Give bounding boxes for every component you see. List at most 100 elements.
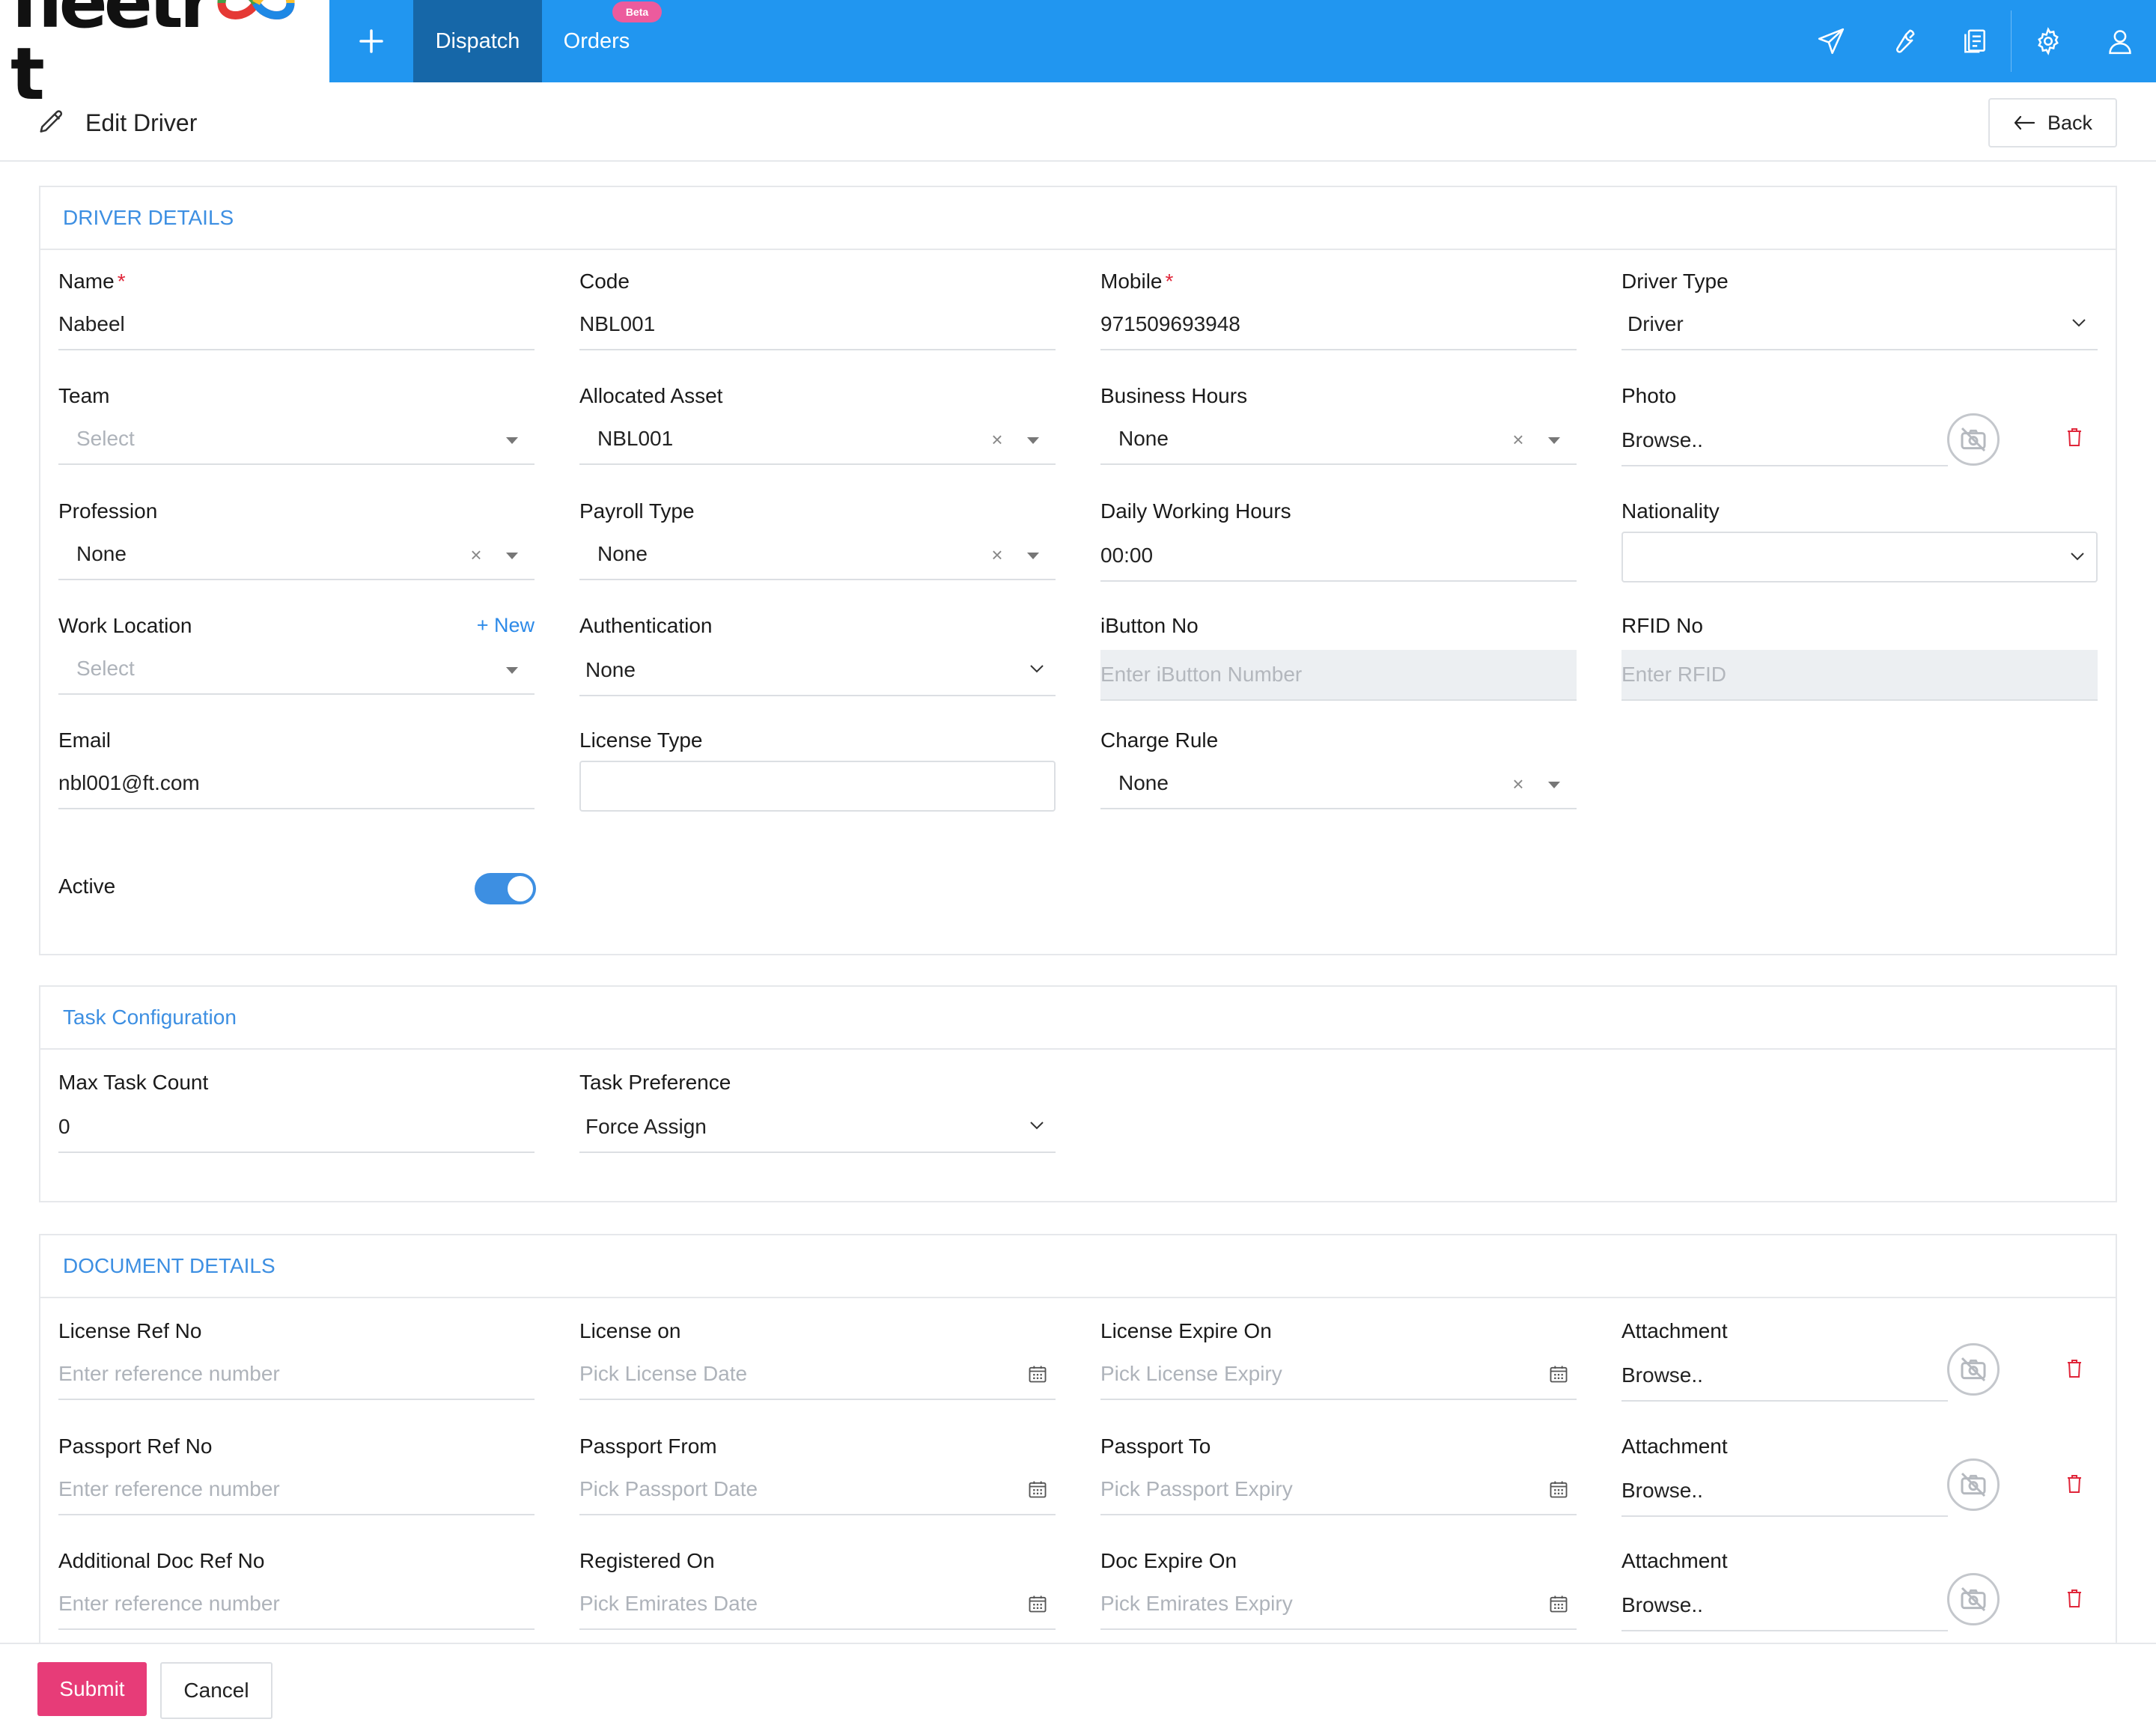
license-type-input[interactable] bbox=[579, 761, 1056, 812]
doc-attachment-browse[interactable]: Browse.. bbox=[1621, 1581, 1948, 1631]
trash-icon[interactable] bbox=[2066, 1358, 2083, 1379]
doc-attachment-browse[interactable]: Browse.. bbox=[1621, 1351, 1948, 1402]
nav-dispatch[interactable]: Dispatch bbox=[413, 0, 542, 82]
submit-button[interactable]: Submit bbox=[37, 1662, 147, 1716]
cancel-button[interactable]: Cancel bbox=[160, 1662, 272, 1719]
send-button[interactable] bbox=[1813, 23, 1849, 59]
calendar-icon[interactable] bbox=[1027, 1593, 1048, 1614]
caret-down-icon bbox=[1027, 553, 1039, 559]
profession-label: Profession bbox=[58, 499, 158, 523]
payroll-type-value: None bbox=[597, 542, 648, 565]
driver-type-value: Driver bbox=[1627, 312, 1684, 335]
ibutton-label: iButton No bbox=[1100, 614, 1199, 637]
nationality-select[interactable] bbox=[1621, 532, 2098, 582]
doc-to-placeholder: Pick Passport Expiry bbox=[1100, 1477, 1293, 1500]
reports-button[interactable] bbox=[1957, 23, 1993, 59]
trash-icon[interactable] bbox=[2066, 1588, 2083, 1609]
calendar-icon[interactable] bbox=[1027, 1363, 1048, 1384]
task-preference-select[interactable]: Force Assign bbox=[579, 1102, 1056, 1153]
business-hours-select[interactable]: None × bbox=[1100, 414, 1577, 465]
camera-off-icon bbox=[1961, 1587, 1986, 1612]
clear-icon[interactable]: × bbox=[988, 544, 1006, 566]
doc-ref-label: Additional Doc Ref No bbox=[58, 1549, 265, 1572]
max-task-label: Max Task Count bbox=[58, 1071, 209, 1094]
document-icon bbox=[1964, 29, 1985, 53]
team-select[interactable]: Select bbox=[58, 414, 535, 465]
email-input[interactable]: nbl001@ft.com bbox=[58, 758, 535, 809]
charge-rule-label: Charge Rule bbox=[1100, 728, 1219, 752]
navbar-divider bbox=[2011, 10, 2012, 72]
doc-to-input[interactable]: Pick License Expiry bbox=[1100, 1349, 1577, 1400]
name-input[interactable]: Nabeel bbox=[58, 299, 535, 350]
caret-down-icon bbox=[506, 667, 518, 674]
allocated-asset-select[interactable]: NBL001 × bbox=[579, 414, 1056, 465]
page-header: Edit Driver Back bbox=[0, 82, 2156, 162]
charge-rule-select[interactable]: None × bbox=[1100, 758, 1577, 809]
tools-button[interactable] bbox=[1885, 23, 1921, 59]
authentication-label: Authentication bbox=[579, 614, 713, 637]
pencil-icon bbox=[40, 110, 63, 133]
profile-button[interactable] bbox=[2102, 23, 2138, 59]
task-config-card: Task Configuration bbox=[39, 985, 2117, 1202]
active-toggle[interactable] bbox=[475, 873, 536, 904]
doc-from-input[interactable]: Pick License Date bbox=[579, 1349, 1056, 1400]
doc-attachment-label: Attachment bbox=[1621, 1319, 1728, 1342]
doc-attachment-browse[interactable]: Browse.. bbox=[1621, 1466, 1948, 1517]
profession-value: None bbox=[76, 542, 127, 565]
attachment-preview bbox=[1947, 1573, 2000, 1625]
plus-icon bbox=[359, 29, 383, 53]
attachment-preview bbox=[1947, 1458, 2000, 1511]
logo-loop-icon bbox=[217, 0, 295, 19]
clear-icon[interactable]: × bbox=[1509, 773, 1527, 795]
code-input[interactable]: NBL001 bbox=[579, 299, 1056, 350]
mobile-input[interactable]: 971509693948 bbox=[1100, 299, 1577, 350]
doc-to-input[interactable]: Pick Passport Expiry bbox=[1100, 1464, 1577, 1515]
daily-hours-input[interactable]: 00:00 bbox=[1100, 531, 1577, 582]
doc-ref-input[interactable]: Enter reference number bbox=[58, 1464, 535, 1515]
photo-browse-input[interactable]: Browse.. bbox=[1621, 416, 1948, 466]
doc-ref-label: Passport Ref No bbox=[58, 1435, 213, 1458]
driver-type-select[interactable]: Driver bbox=[1621, 299, 2098, 350]
doc-attachment-label: Attachment bbox=[1621, 1549, 1728, 1572]
payroll-type-select[interactable]: None × bbox=[579, 529, 1056, 580]
user-icon bbox=[2109, 30, 2131, 55]
clear-icon[interactable]: × bbox=[1509, 428, 1527, 451]
trash-icon[interactable] bbox=[2066, 1473, 2083, 1494]
calendar-icon[interactable] bbox=[1027, 1479, 1048, 1500]
authentication-select[interactable]: None bbox=[579, 645, 1056, 696]
profession-select[interactable]: None × bbox=[58, 529, 535, 580]
code-label: Code bbox=[579, 270, 630, 293]
doc-to-label: Passport To bbox=[1100, 1435, 1211, 1458]
settings-button[interactable] bbox=[2030, 23, 2066, 59]
calendar-icon[interactable] bbox=[1548, 1479, 1569, 1500]
clear-icon[interactable]: × bbox=[988, 428, 1006, 451]
clear-icon[interactable]: × bbox=[467, 544, 485, 566]
doc-from-label: Passport From bbox=[579, 1435, 717, 1458]
back-button[interactable]: Back bbox=[1988, 98, 2117, 147]
doc-ref-label: License Ref No bbox=[58, 1319, 202, 1342]
new-work-location-link[interactable]: + New bbox=[477, 614, 535, 637]
form-content[interactable]: DRIVER DETAILS Name * Nabeel Code NBL001 … bbox=[0, 163, 2156, 1643]
required-mark: * bbox=[117, 270, 126, 293]
doc-to-label: Doc Expire On bbox=[1100, 1549, 1237, 1572]
doc-ref-input[interactable]: Enter reference number bbox=[58, 1579, 535, 1630]
max-task-input[interactable]: 0 bbox=[58, 1102, 535, 1153]
calendar-icon[interactable] bbox=[1548, 1363, 1569, 1384]
rfid-input[interactable]: Enter RFID bbox=[1621, 650, 2098, 701]
doc-to-input[interactable]: Pick Emirates Expiry bbox=[1100, 1579, 1577, 1630]
ibutton-input[interactable]: Enter iButton Number bbox=[1100, 650, 1577, 701]
calendar-icon[interactable] bbox=[1548, 1593, 1569, 1614]
doc-from-label: Registered On bbox=[579, 1549, 715, 1572]
required-mark: * bbox=[1165, 270, 1174, 293]
work-location-placeholder: Select bbox=[76, 657, 135, 680]
work-location-select[interactable]: Select bbox=[58, 644, 535, 695]
doc-from-input[interactable]: Pick Passport Date bbox=[579, 1464, 1056, 1515]
name-label: Name bbox=[58, 270, 115, 293]
caret-down-icon bbox=[506, 553, 518, 559]
trash-icon[interactable] bbox=[2066, 427, 2083, 448]
doc-from-input[interactable]: Pick Emirates Date bbox=[579, 1579, 1056, 1630]
doc-ref-input[interactable]: Enter reference number bbox=[58, 1349, 535, 1400]
allocated-asset-label: Allocated Asset bbox=[579, 384, 723, 407]
logo[interactable]: fleetrt bbox=[0, 0, 329, 110]
add-button[interactable] bbox=[329, 0, 413, 82]
